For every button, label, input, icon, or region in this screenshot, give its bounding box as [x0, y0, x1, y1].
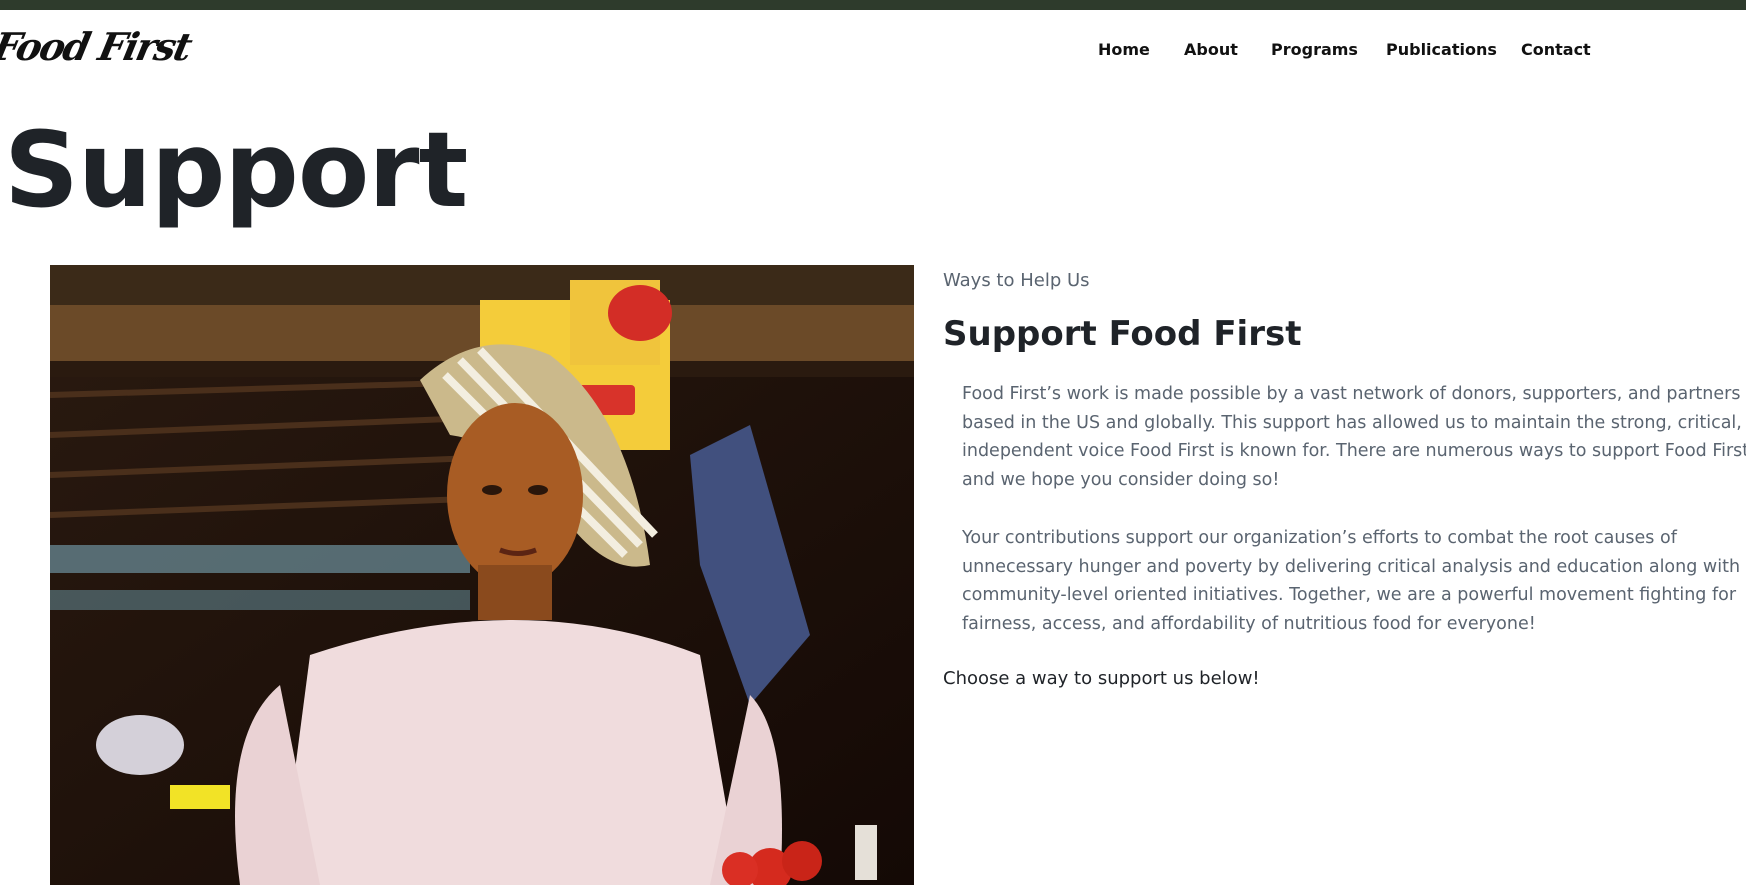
intro-paragraph: Food First’s work is made possible by a …	[962, 384, 1746, 490]
nav-publications[interactable]: Publications	[1386, 40, 1497, 59]
nav-contact[interactable]: Contact	[1521, 40, 1591, 59]
nav-about[interactable]: About	[1184, 40, 1238, 59]
section-eyebrow: Ways to Help Us	[943, 270, 1090, 291]
food-first-logo[interactable]: Food First	[0, 24, 195, 69]
nav-programs[interactable]: Programs	[1271, 40, 1358, 59]
section-heading: Support Food First	[943, 314, 1302, 354]
page-title: Support	[4, 109, 468, 231]
support-cta-text: Choose a way to support us below!	[943, 668, 1260, 689]
market-woman-photo	[50, 265, 914, 885]
nav-home[interactable]: Home	[1098, 40, 1150, 59]
top-accent-bar	[0, 0, 1746, 10]
contributions-paragraph: Your contributions support our organizat…	[962, 528, 1741, 634]
